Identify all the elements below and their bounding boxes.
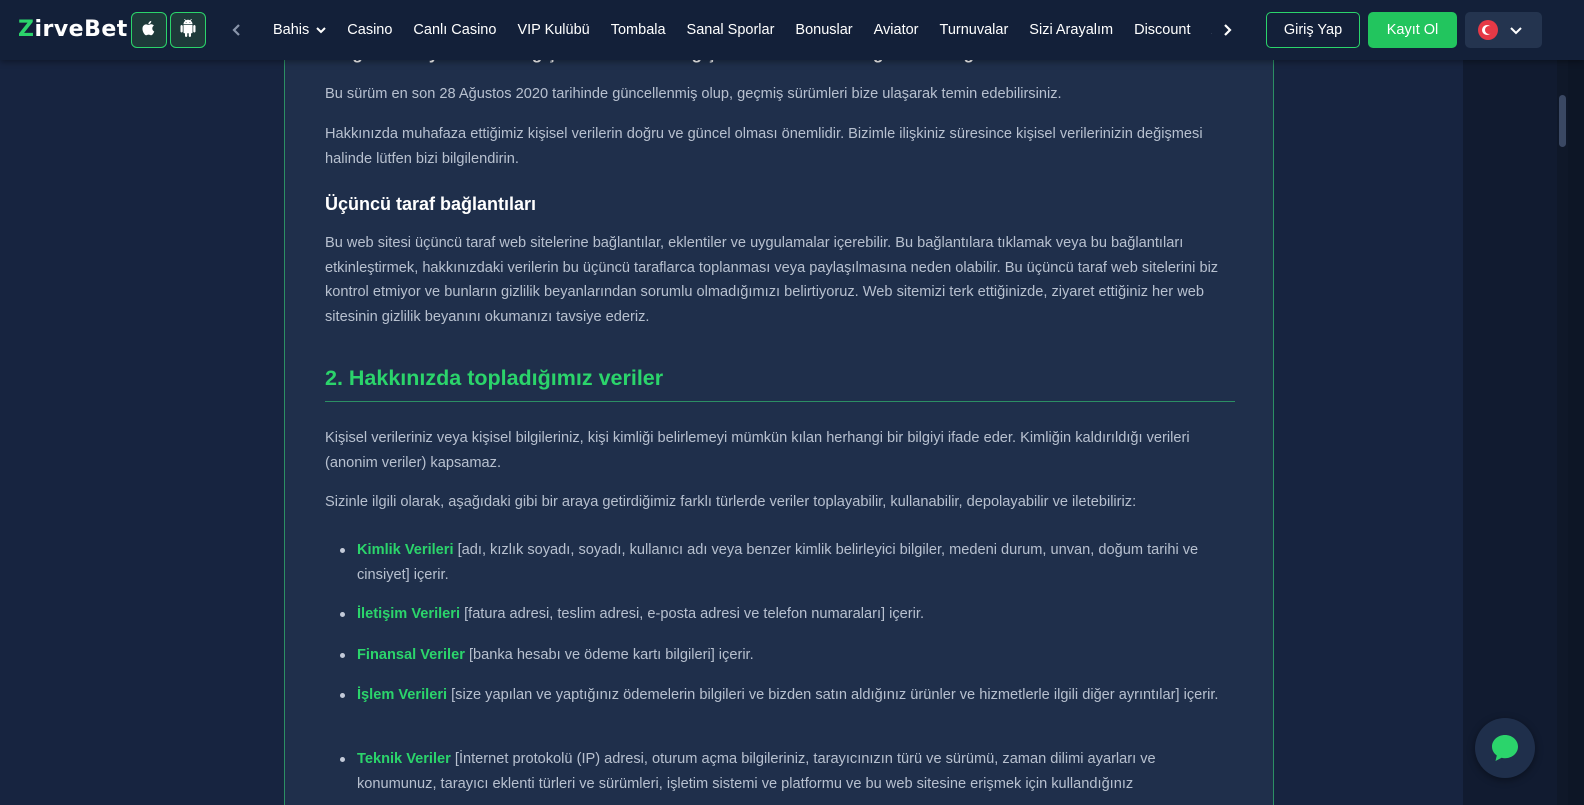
list-item-text: [size yapılan ve yaptığınız ödemelerin b… bbox=[447, 687, 1219, 703]
chevron-left-icon bbox=[232, 24, 240, 36]
list-item-term: Teknik Veriler bbox=[357, 751, 451, 767]
section-heading-collected-data: 2. Hakkınızda topladığımız veriler bbox=[325, 366, 664, 390]
android-icon bbox=[179, 18, 197, 42]
login-button[interactable]: Giriş Yap bbox=[1266, 12, 1360, 48]
section-divider bbox=[325, 401, 1235, 402]
nav-item-discount[interactable]: Discount bbox=[1134, 0, 1190, 60]
main-nav: Bahis Casino Canlı Casino VIP Kulübü Tombala… bbox=[262, 0, 1212, 60]
list-item: Kimlik Verileri [adı, kızlık soyadı, soy… bbox=[340, 538, 1235, 587]
nav-item-vip-kulubu[interactable]: VIP Kulübü bbox=[517, 0, 589, 60]
scrollbar-thumb[interactable] bbox=[1559, 95, 1566, 147]
nav-item-casino[interactable]: Casino bbox=[347, 0, 392, 60]
third-party-heading: Üçüncü taraf bağlantıları bbox=[325, 194, 537, 214]
chevron-down-icon bbox=[1510, 27, 1522, 35]
logo-text: irveBet bbox=[34, 17, 128, 42]
nav-item-sanal-sporlar[interactable]: Sanal Sporlar bbox=[687, 0, 775, 60]
nav-item-bahis[interactable]: Bahis bbox=[273, 0, 326, 60]
nav-item-turnuvalar[interactable]: Turnuvalar bbox=[940, 0, 1009, 60]
logo-accent: Z bbox=[18, 17, 35, 42]
version-paragraph: Bu sürüm en son 28 Ağustos 2020 tarihind… bbox=[325, 86, 1062, 102]
nav-item-tombala[interactable]: Tombala bbox=[611, 0, 666, 60]
list-item-term: İletişim Verileri bbox=[357, 606, 461, 622]
list-item: İletişim Verileri [fatura adresi, teslim… bbox=[340, 602, 1235, 627]
nav-item-label: Bahis bbox=[273, 22, 310, 38]
third-party-paragraph: Bu web sitesi üçüncü taraf web sitelerin… bbox=[325, 235, 1219, 325]
top-navigation-bar: ZirveBet Bahis Casino Canlı Casino VIP Kulü… bbox=[0, 0, 1584, 60]
nav-item-canli-casino[interactable]: Canlı Casino bbox=[413, 0, 496, 60]
live-chat-button[interactable] bbox=[1475, 718, 1535, 778]
nav-item-aviator[interactable]: Aviator bbox=[874, 0, 919, 60]
turkey-flag-icon bbox=[1478, 20, 1498, 40]
list-item: Teknik Veriler [İnternet protokolü (IP) … bbox=[340, 747, 1235, 796]
language-selector[interactable] bbox=[1465, 12, 1542, 48]
window-edge bbox=[1568, 0, 1584, 805]
list-item-text: [banka hesabı ve ödeme kartı bilgileri] … bbox=[464, 647, 754, 663]
accuracy-paragraph: Hakkınızda muhafaza ettiğimiz kişisel ve… bbox=[325, 126, 1203, 167]
list-item-text: [adı, kızlık soyadı, soyadı, kullanıcı a… bbox=[357, 542, 1199, 583]
register-button[interactable]: Kayıt Ol bbox=[1368, 12, 1457, 48]
data-types-paragraph: Sizinle ilgili olarak, aşağıdaki gibi bi… bbox=[325, 494, 1137, 510]
list-item-term: İşlem Verileri bbox=[357, 687, 448, 703]
chevron-right-icon bbox=[1224, 24, 1232, 36]
apple-icon bbox=[140, 19, 158, 42]
nav-item-bonuslar[interactable]: Bonuslar bbox=[795, 0, 852, 60]
nav-item-sizi-arayalim[interactable]: Sizi Arayalım bbox=[1029, 0, 1113, 60]
list-item-term: Kimlik Verileri bbox=[357, 542, 454, 558]
list-item-text: [İnternet protokolü (IP) adresi, oturum … bbox=[357, 751, 1156, 792]
nav-scroll-left-button[interactable] bbox=[225, 18, 249, 42]
chevron-down-icon bbox=[316, 27, 326, 34]
chat-bubble-icon bbox=[1492, 735, 1518, 761]
ios-app-button[interactable] bbox=[131, 12, 167, 48]
list-item-term: Finansal Veriler bbox=[357, 647, 465, 663]
list-item: İşlem Verileri [size yapılan ve yaptığın… bbox=[340, 683, 1235, 708]
site-logo[interactable]: ZirveBet bbox=[18, 16, 128, 44]
list-item: Finansal Veriler [banka hesabı ve ödeme … bbox=[340, 643, 1235, 668]
right-side-panel bbox=[1463, 60, 1557, 805]
privacy-content-card: Bu gizlilik beyanındaki değişiklikler ve… bbox=[284, 0, 1274, 805]
list-item-text: [fatura adresi, teslim adresi, e-posta a… bbox=[460, 606, 924, 622]
personal-data-paragraph: Kişisel verileriniz veya kişisel bilgile… bbox=[325, 430, 1190, 471]
android-app-button[interactable] bbox=[170, 12, 206, 48]
nav-scroll-right-button[interactable] bbox=[1215, 18, 1239, 42]
page-scrollbar[interactable] bbox=[1557, 0, 1568, 805]
